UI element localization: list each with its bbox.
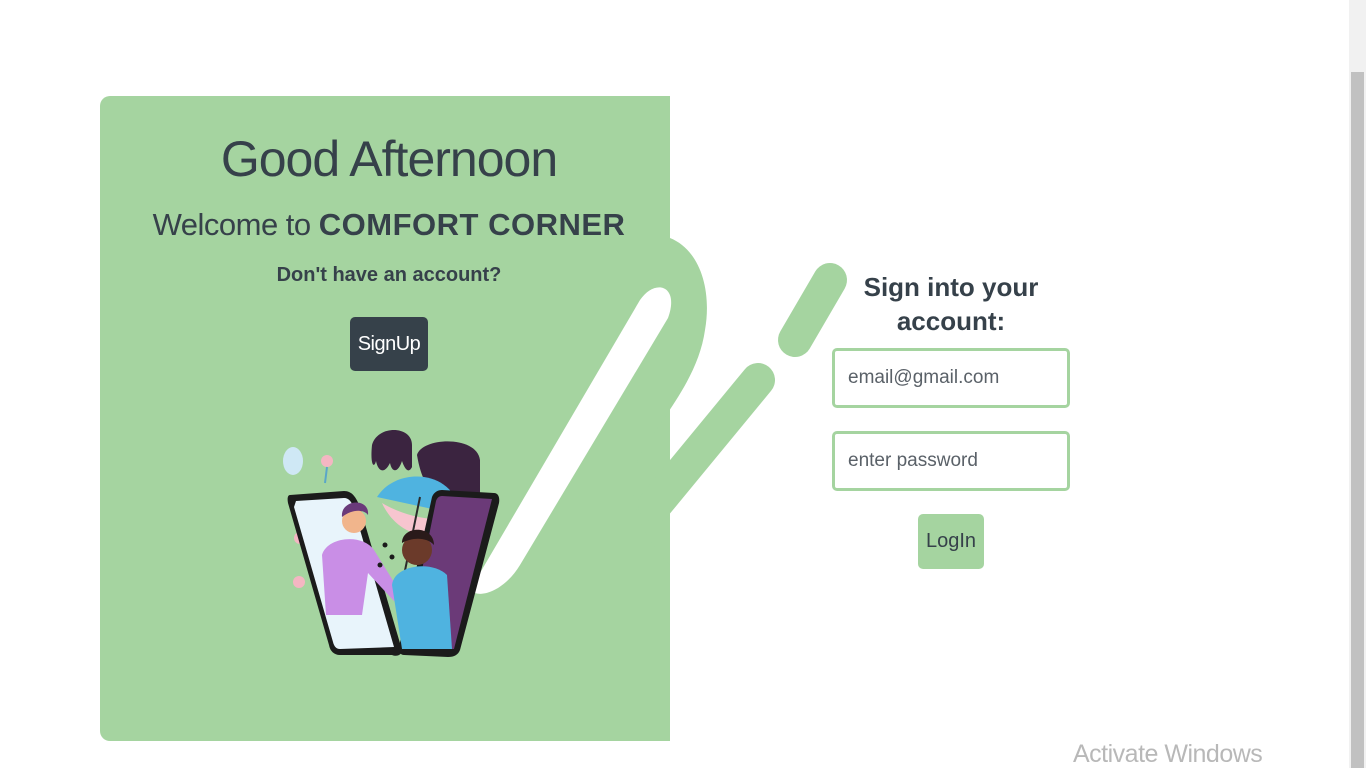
password-field[interactable] — [832, 431, 1070, 491]
signin-title: Sign into your account: — [863, 272, 1039, 336]
signup-button[interactable]: SignUp — [350, 317, 428, 371]
email-field[interactable] — [832, 348, 1070, 408]
account-question: Don't have an account? — [276, 264, 502, 286]
comfort-illustration — [283, 430, 500, 657]
welcome-text: Welcome to COMFORT CORNER — [0, 207, 778, 243]
brand-name: COMFORT CORNER — [318, 207, 626, 242]
scrollbar-thumb[interactable] — [1351, 72, 1364, 768]
welcome-prefix: Welcome to — [152, 207, 319, 242]
login-button[interactable]: LogIn — [918, 514, 984, 569]
greeting-heading: Good Afternoon — [220, 131, 558, 187]
activate-windows-watermark: Activate Windows — [1073, 740, 1263, 768]
